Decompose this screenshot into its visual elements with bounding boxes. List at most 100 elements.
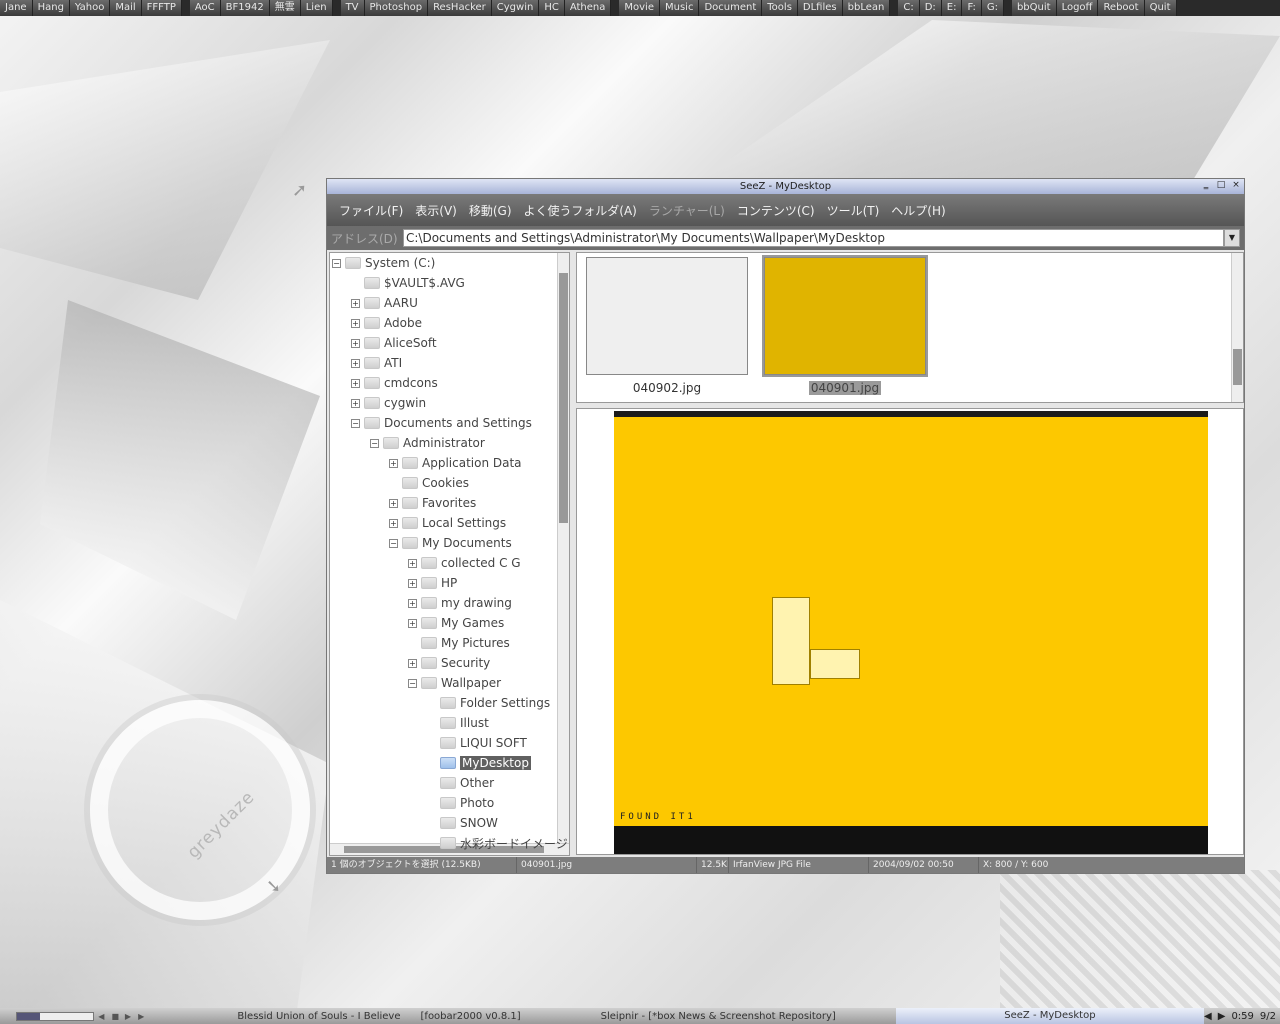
tree-item[interactable]: + HP	[408, 573, 457, 593]
taskbar-nowplaying[interactable]: Blessid Union of Souls - I Believe	[227, 1011, 410, 1022]
prev-icon[interactable]: ◀	[98, 1012, 107, 1021]
next-icon[interactable]: ▶	[138, 1012, 147, 1021]
tree-item[interactable]: − Wallpaper	[408, 673, 501, 693]
collapse-icon[interactable]: −	[370, 438, 379, 448]
expand-icon[interactable]: +	[408, 658, 417, 668]
expand-icon[interactable]: +	[351, 298, 360, 308]
expand-icon[interactable]: +	[351, 338, 360, 348]
launcher-button[interactable]: Music	[660, 0, 700, 16]
tree-item[interactable]: + ATI	[351, 353, 402, 373]
launcher-button[interactable]: DLfiles	[797, 0, 843, 16]
tree-item[interactable]: $VAULT$.AVG	[351, 273, 465, 293]
tree-item[interactable]: − Documents and Settings	[351, 413, 532, 433]
tree-item[interactable]: Photo	[427, 793, 494, 813]
collapse-icon[interactable]: −	[351, 418, 360, 428]
launcher-button[interactable]: Logoff	[1056, 0, 1099, 16]
launcher-button[interactable]: G:	[981, 0, 1004, 16]
launcher-button[interactable]: bbQuit	[1011, 0, 1057, 16]
tree-item[interactable]: Cookies	[389, 473, 469, 493]
taskbar-right-icon[interactable]: ▶	[1218, 1011, 1226, 1022]
scrollbar-thumb[interactable]	[559, 273, 568, 523]
launcher-button[interactable]: Jane	[0, 0, 33, 16]
taskbar-left-icon[interactable]: ◀	[1204, 1011, 1212, 1022]
launcher-button[interactable]: HC	[539, 0, 565, 16]
tree-item[interactable]: + collected C G	[408, 553, 521, 573]
maximize-icon[interactable]: □	[1215, 180, 1227, 192]
tree-item[interactable]: + my drawing	[408, 593, 512, 613]
scrollbar-thumb[interactable]	[1233, 349, 1242, 385]
folder-tree[interactable]: − System (C:) $VAULT$.AVG + AARU + Adobe + Alice…	[329, 252, 570, 856]
launcher-button[interactable]: AoC	[189, 0, 221, 16]
launcher-button[interactable]: ResHacker	[428, 0, 492, 16]
play-icon[interactable]: ▶	[125, 1012, 134, 1021]
expand-icon[interactable]: +	[389, 498, 398, 508]
expand-icon[interactable]: +	[351, 318, 360, 328]
dropdown-arrow-icon[interactable]: ▼	[1224, 229, 1240, 247]
launcher-button[interactable]: BF1942	[220, 0, 270, 16]
tree-vertical-scrollbar[interactable]	[557, 253, 569, 843]
launcher-button[interactable]: Lien	[300, 0, 333, 16]
menu-item[interactable]: 移動(G)	[463, 202, 518, 219]
launcher-button[interactable]: Hang	[32, 0, 70, 16]
tree-item[interactable]: + Favorites	[389, 493, 476, 513]
window-titlebar[interactable]: SeeZ - MyDesktop ‗ □ ×	[327, 179, 1244, 194]
launcher-button[interactable]: E:	[941, 0, 963, 16]
tree-item[interactable]: Folder Settings	[427, 693, 550, 713]
tree-item[interactable]: LIQUI SOFT	[427, 733, 527, 753]
menu-item[interactable]: ヘルプ(H)	[885, 202, 951, 219]
menu-item[interactable]: よく使うフォルダ(A)	[518, 202, 643, 219]
expand-icon[interactable]: +	[351, 378, 360, 388]
expand-icon[interactable]: +	[389, 458, 398, 468]
preview-image[interactable]: FOUND IT1	[614, 411, 1208, 854]
tree-item[interactable]: + Security	[408, 653, 490, 673]
launcher-button[interactable]: Tools	[762, 0, 798, 16]
expand-icon[interactable]: +	[408, 618, 417, 628]
thumbnail-caption[interactable]: 040901.jpg	[764, 381, 926, 395]
tree-item[interactable]: + Adobe	[351, 313, 422, 333]
launcher-button[interactable]: Mail	[110, 0, 142, 16]
launcher-button[interactable]: bbLean	[842, 0, 891, 16]
launcher-button[interactable]: Yahoo	[69, 0, 111, 16]
tree-item[interactable]: − Administrator	[370, 433, 485, 453]
menu-item[interactable]: ツール(T)	[821, 202, 886, 219]
launcher-button[interactable]: Document	[699, 0, 763, 16]
address-input[interactable]	[403, 229, 1224, 247]
volume-slider[interactable]	[16, 1011, 95, 1021]
stop-icon[interactable]: ■	[112, 1012, 121, 1021]
tree-item[interactable]: − My Documents	[389, 533, 512, 553]
expand-icon[interactable]: +	[408, 578, 417, 588]
tree-item[interactable]: + AARU	[351, 293, 418, 313]
thumbnail-scrollbar[interactable]	[1231, 253, 1243, 402]
expand-icon[interactable]: +	[351, 398, 360, 408]
tree-item[interactable]: My Pictures	[408, 633, 510, 653]
tree-item[interactable]: + Application Data	[389, 453, 522, 473]
tree-item[interactable]: Illust	[427, 713, 489, 733]
taskbar-player[interactable]: [foobar2000 v0.8.1]	[411, 1011, 531, 1022]
launcher-button[interactable]: Quit	[1144, 0, 1177, 16]
thumbnail-caption[interactable]: 040902.jpg	[586, 381, 748, 395]
tree-item[interactable]: + Local Settings	[389, 513, 506, 533]
tree-item[interactable]: 水彩ボードイメージ	[427, 833, 568, 853]
tree-item[interactable]: Other	[427, 773, 494, 793]
expand-icon[interactable]: +	[389, 518, 398, 528]
tree-item[interactable]: + cygwin	[351, 393, 426, 413]
launcher-button[interactable]: Photoshop	[364, 0, 429, 16]
taskbar-browser[interactable]: Sleipnir - [*box News & Screenshot Repos…	[591, 1011, 846, 1022]
minimize-icon[interactable]: ‗	[1200, 180, 1212, 192]
launcher-button[interactable]: FFFTP	[141, 0, 182, 16]
collapse-icon[interactable]: −	[408, 678, 417, 688]
collapse-icon[interactable]: −	[332, 258, 341, 268]
tree-item[interactable]: + My Games	[408, 613, 504, 633]
thumbnail[interactable]	[762, 255, 928, 377]
tree-item[interactable]: + AliceSoft	[351, 333, 437, 353]
launcher-button[interactable]: D:	[919, 0, 942, 16]
expand-icon[interactable]: +	[408, 558, 417, 568]
menu-item[interactable]: ランチャー(L)	[643, 202, 731, 219]
taskbar-active-window[interactable]: SeeZ - MyDesktop	[895, 1008, 1205, 1024]
launcher-button[interactable]: F:	[962, 0, 982, 16]
launcher-button[interactable]: C:	[898, 0, 920, 16]
launcher-button[interactable]: Reboot	[1098, 0, 1145, 16]
tree-item[interactable]: MyDesktop	[427, 753, 531, 773]
launcher-button[interactable]: 無雲	[269, 0, 301, 16]
close-icon[interactable]: ×	[1230, 180, 1242, 192]
